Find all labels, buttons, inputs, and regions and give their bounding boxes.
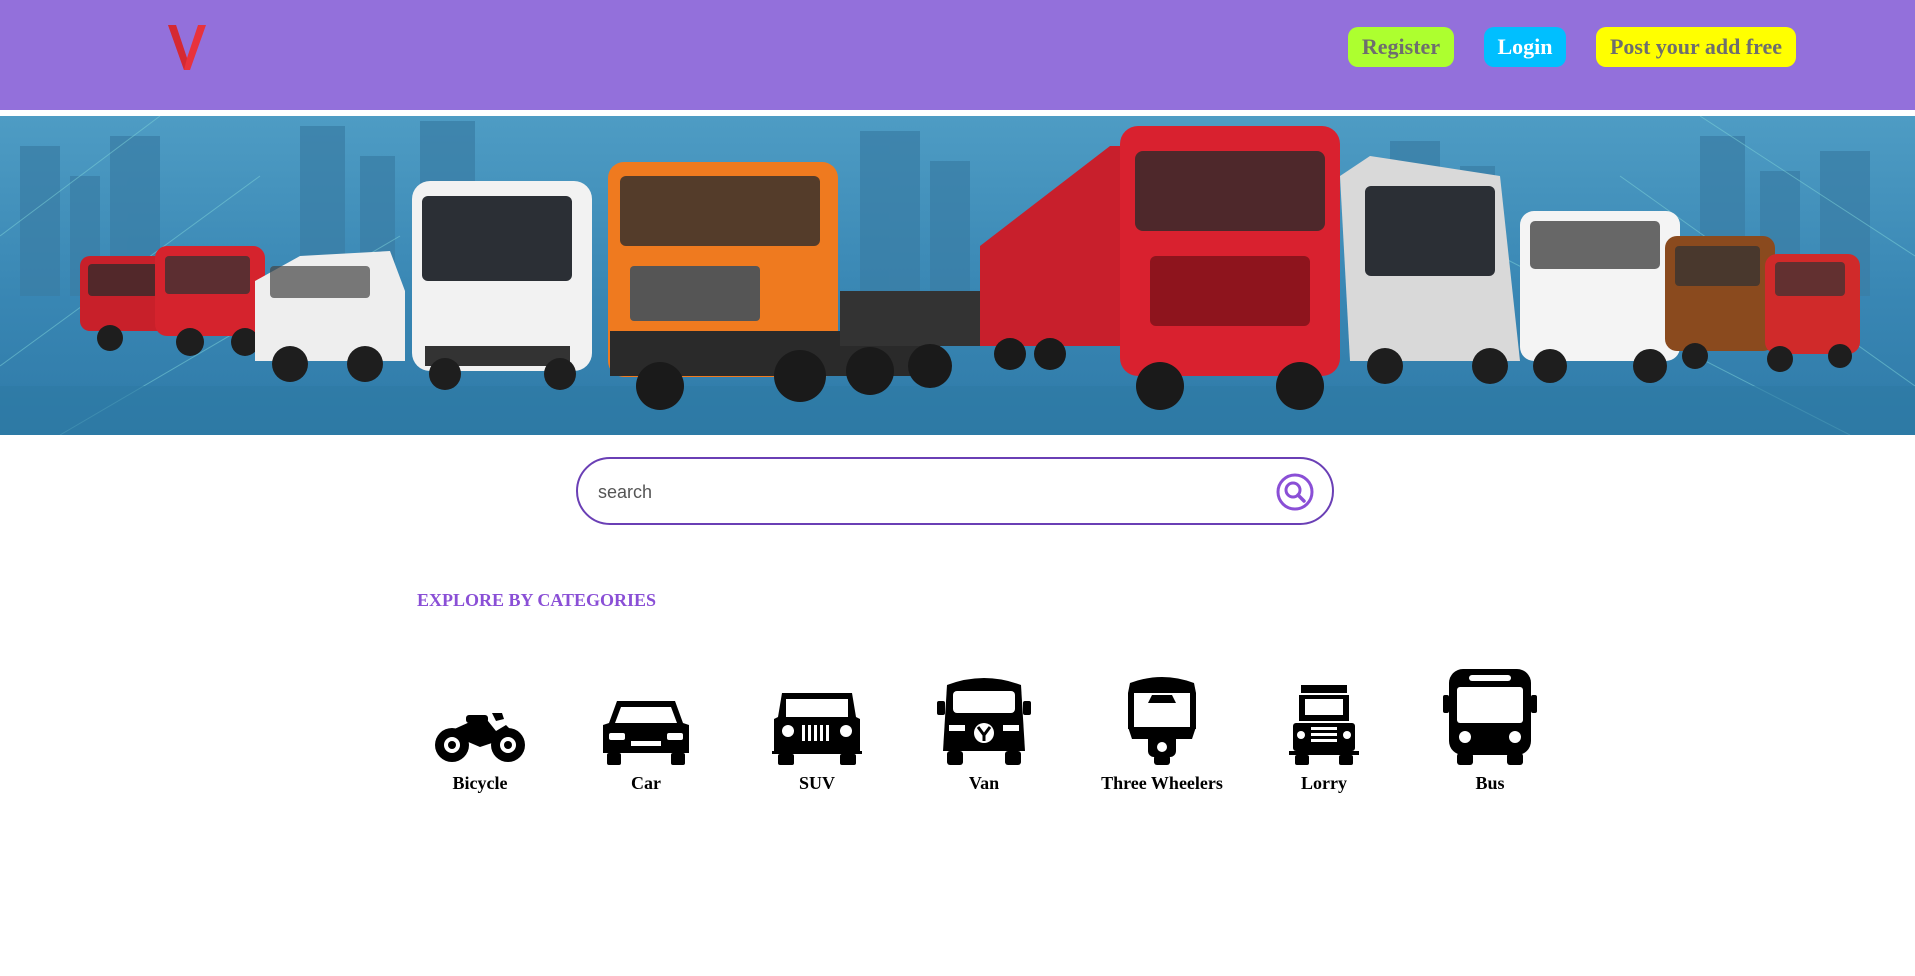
category-van[interactable]: Van [914,665,1054,794]
categories-heading: EXPLORE BY CATEGORIES [417,590,657,610]
category-label: Three Wheelers [1101,773,1223,793]
category-label: Bus [1475,773,1505,793]
post-ad-button[interactable]: Post your add free [1596,27,1796,67]
category-bus[interactable]: Bus [1420,665,1560,794]
site-logo[interactable] [166,22,208,74]
category-label: Car [631,773,661,793]
register-button[interactable]: Register [1348,27,1454,67]
vehicles-banner-illustration [0,116,1915,435]
motorcycle-icon [410,665,550,765]
van-icon [914,665,1054,765]
search-input[interactable] [596,471,1240,513]
category-label: Bicycle [452,773,508,793]
category-label: SUV [798,773,835,793]
search-bar [576,457,1334,525]
top-navigation-bar: Register Login Post your add free [0,0,1915,110]
hero-banner-image [0,116,1915,435]
bus-icon [1420,665,1560,765]
category-three-wheelers[interactable]: Three Wheelers [1092,665,1232,794]
lorry-icon [1254,665,1394,765]
auto-rickshaw-icon [1092,665,1232,765]
category-suv[interactable]: SUV [747,665,887,794]
category-bicycle[interactable]: Bicycle [410,665,550,794]
category-car[interactable]: Car [576,665,716,794]
suv-icon [747,665,887,765]
logo-v-icon [168,25,206,70]
search-icon [1276,473,1314,511]
category-lorry[interactable]: Lorry [1254,665,1394,794]
login-button[interactable]: Login [1484,27,1566,67]
search-button[interactable] [1275,472,1315,512]
car-icon [576,665,716,765]
category-label: Lorry [1301,773,1347,793]
category-label: Van [968,773,1000,793]
